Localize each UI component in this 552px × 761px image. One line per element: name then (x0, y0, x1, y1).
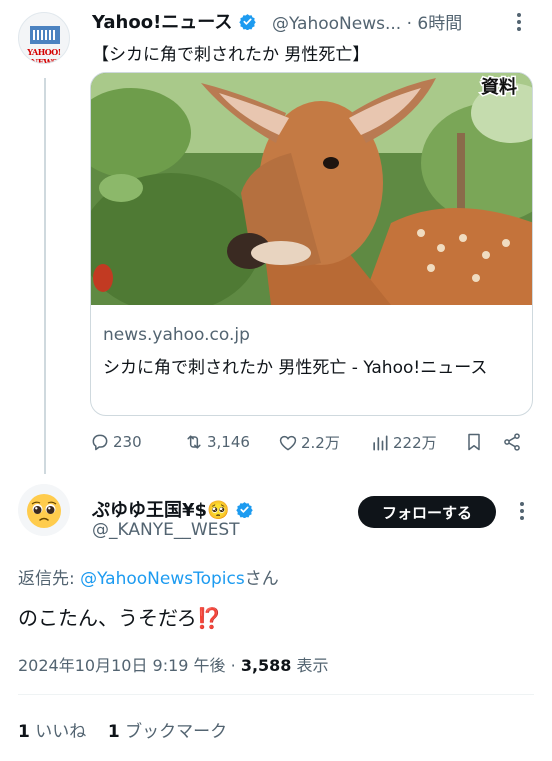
heart-icon (279, 435, 297, 450)
reply-to-suffix: さん (244, 569, 279, 589)
logo-text: YAHOO! NEWS (27, 47, 61, 64)
bookmark-icon (468, 433, 480, 451)
thread-connector-line (44, 78, 46, 474)
reply-to-mention[interactable]: @YahooNewsTopics (80, 569, 245, 589)
repost-count: 3,146 (207, 433, 250, 451)
timestamp[interactable]: 2024年10月10日 9:19 午後 (18, 656, 226, 675)
share-button[interactable] (502, 432, 525, 452)
bookmark-button[interactable] (464, 432, 487, 452)
tweet2-handle[interactable]: @_KANYE__WEST (92, 520, 240, 540)
reply-button[interactable]: 230 (90, 432, 142, 452)
image-badge: 資料 (481, 76, 517, 98)
logo-stripes (33, 30, 57, 40)
likes-stat[interactable]: 1 いいね (18, 722, 86, 742)
tweet-body: のこたん、うそだろ (18, 606, 197, 630)
link-card[interactable]: 資料 news.yahoo.co.jp シカに角で刺されたか 男性死亡 - Ya… (90, 72, 533, 416)
yahoo-news-avatar[interactable]: YAHOO! NEWS (18, 12, 70, 64)
author-name[interactable]: Yahoo!ニュース (92, 12, 232, 33)
author-handle[interactable]: @YahooNews... (272, 14, 401, 34)
more-options-icon[interactable] (517, 13, 521, 34)
card-domain: news.yahoo.co.jp (103, 325, 250, 345)
follow-button[interactable]: フォローする (358, 496, 496, 528)
card-title: シカに角で刺されたか 男性死亡 - Yahoo!ニュース (103, 358, 488, 378)
views-chart-icon (373, 435, 388, 450)
like-button[interactable]: 2.2万 (278, 432, 340, 453)
tweet2-engagement-stats: 1 いいね 1 ブックマーク (18, 717, 227, 742)
view-label: 表示 (296, 656, 329, 675)
view-count: 222万 (393, 434, 437, 452)
reply-to-line: 返信先: @YahooNewsTopicsさん (18, 564, 279, 589)
tweet2-meta: 2024年10月10日 9:19 午後 · 3,588 表示 (18, 652, 329, 676)
bookmarks-stat[interactable]: 1 ブックマーク (108, 722, 227, 742)
meta-separator: · (230, 656, 236, 675)
pleading-face-avatar[interactable] (18, 484, 70, 536)
view-count: 3,588 (240, 656, 292, 675)
verified-badge-icon (236, 502, 253, 518)
deer-photo[interactable]: 資料 (91, 73, 533, 305)
reply-to-prefix: 返信先: (18, 569, 81, 589)
reply-count: 230 (113, 433, 142, 451)
interrobang-emoji: ⁉️ (196, 606, 222, 630)
views-button[interactable]: 222万 (370, 432, 437, 453)
reply-icon (92, 434, 108, 451)
share-icon (504, 433, 520, 451)
author-name[interactable]: ぷゆゆ王国¥$🥺 (92, 500, 229, 521)
more-options-icon[interactable] (520, 502, 524, 523)
like-count: 2.2万 (301, 434, 340, 452)
tweet1-action-bar: 230 3,146 2.2万 222万 (90, 432, 530, 454)
repost-icon (187, 435, 201, 449)
divider (18, 694, 534, 695)
repost-button[interactable]: 3,146 (184, 432, 250, 452)
verified-badge-icon (238, 14, 256, 30)
tweet1-author[interactable]: Yahoo!ニュース (92, 8, 256, 34)
tweet1-handle-time: @YahooNews... · 6時間 (272, 9, 462, 34)
post-time[interactable]: · 6時間 (407, 14, 463, 34)
tweet1-text: 【シカに角で刺されたか 男性死亡】 (92, 45, 370, 65)
tweet2-author[interactable]: ぷゆゆ王国¥$🥺 (92, 496, 253, 522)
tweet2-text: のこたん、うそだろ⁉️ (18, 602, 222, 631)
